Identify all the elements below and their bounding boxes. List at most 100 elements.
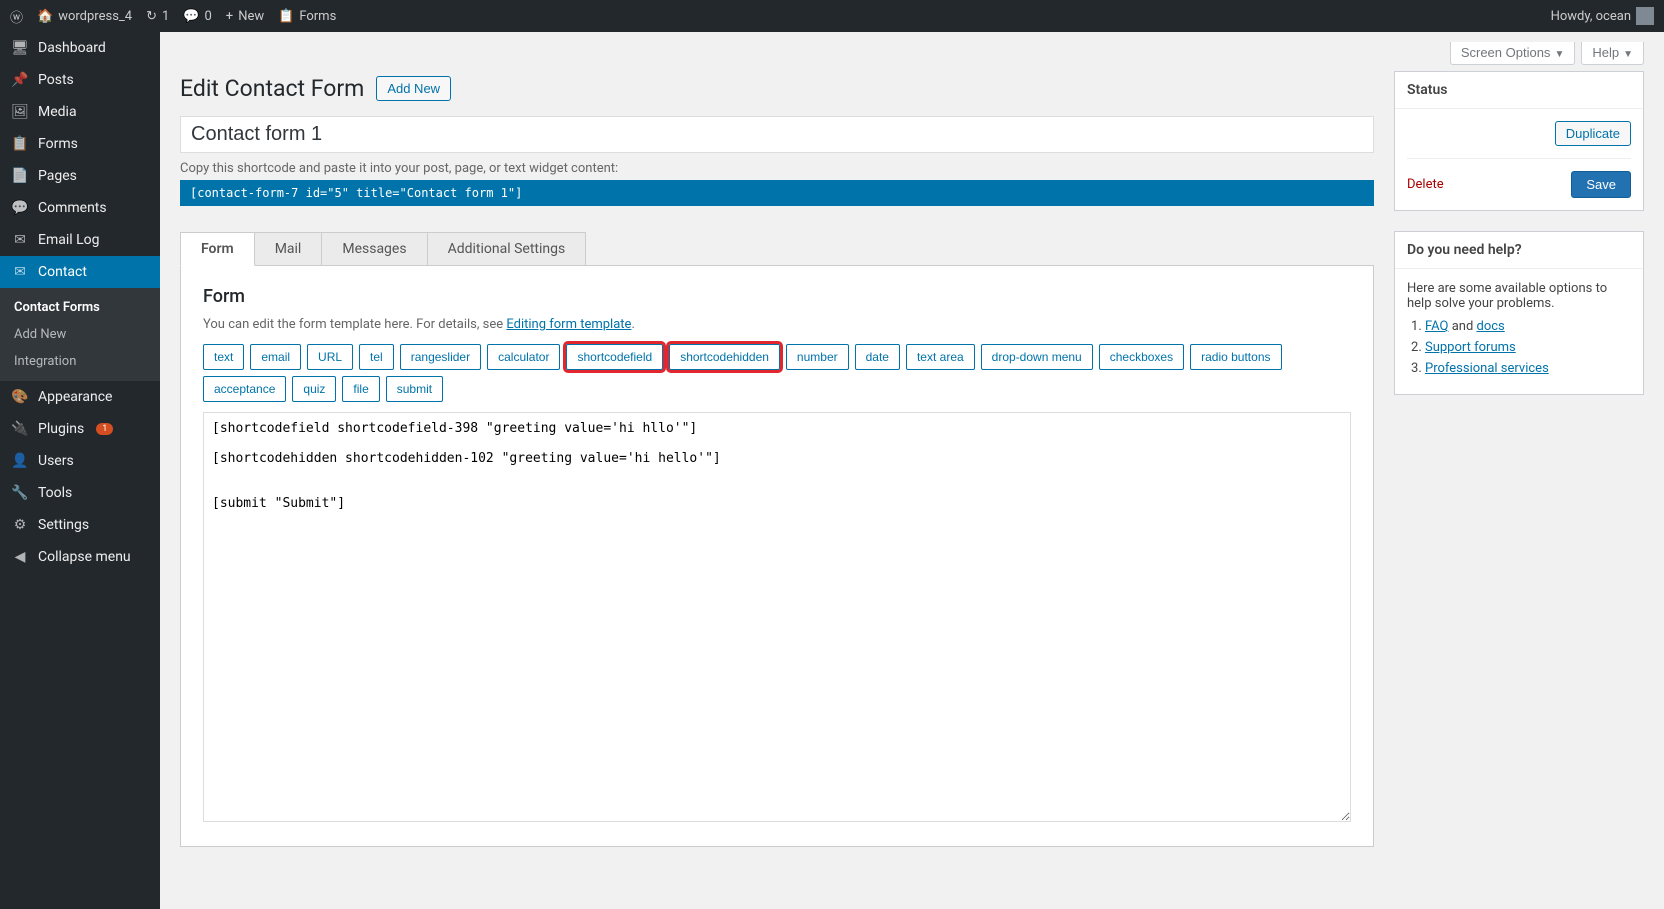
menu-label: Plugins [38, 421, 84, 437]
menu-item-media[interactable]: 🖼 Media [0, 96, 160, 128]
tag-btn-submit[interactable]: submit [386, 376, 443, 402]
menu-label: Appearance [38, 389, 112, 405]
tag-btn-quiz[interactable]: quiz [292, 376, 336, 402]
pro-link[interactable]: Professional services [1425, 361, 1549, 376]
save-button[interactable]: Save [1571, 171, 1631, 198]
form-panel-intro: You can edit the form template here. For… [203, 317, 1351, 332]
wp-logo-icon[interactable]: ⓦ [10, 7, 23, 26]
menu-label: Contact [38, 264, 87, 280]
help-item: Professional services [1425, 361, 1631, 376]
admin-bar: ⓦ 🏠 wordpress_4 ↻ 1 💬 0 + New 📋 Forms Ho… [0, 0, 1664, 32]
tag-button-row: textemailURLtelrangeslidercalculatorshor… [203, 344, 1351, 402]
form-title-input[interactable] [180, 116, 1374, 153]
menu-label: Posts [38, 72, 74, 88]
form-panel-heading: Form [203, 286, 1351, 307]
menu-icon: 🎨 [10, 389, 30, 405]
tab-mail[interactable]: Mail [254, 232, 323, 265]
menu-label: Collapse menu [38, 549, 131, 565]
forums-link[interactable]: Support forums [1425, 340, 1516, 355]
menu-item-contact[interactable]: ✉ Contact [0, 256, 160, 288]
menu-label: Dashboard [38, 40, 106, 56]
menu-label: Comments [38, 200, 107, 216]
menu-item-collapse-menu[interactable]: ◀ Collapse menu [0, 541, 160, 573]
menu-icon: ✉ [10, 264, 30, 280]
menu-item-plugins[interactable]: 🔌 Plugins 1 [0, 413, 160, 445]
tag-btn-radio-buttons[interactable]: radio buttons [1190, 344, 1281, 370]
menu-label: Email Log [38, 232, 100, 248]
forms-link[interactable]: 📋 Forms [278, 9, 336, 24]
shortcode-display[interactable]: [contact-form-7 id="5" title="Contact fo… [180, 180, 1374, 206]
tag-btn-text[interactable]: text [203, 344, 244, 370]
menu-label: Tools [38, 485, 72, 501]
tag-btn-email[interactable]: email [250, 344, 301, 370]
submenu-item[interactable]: Integration [0, 348, 160, 375]
tag-btn-number[interactable]: number [786, 344, 849, 370]
help-item: Support forums [1425, 340, 1631, 355]
faq-link[interactable]: FAQ [1425, 319, 1448, 334]
badge: 1 [96, 423, 113, 435]
avatar [1636, 7, 1654, 25]
menu-label: Settings [38, 517, 89, 533]
add-new-button[interactable]: Add New [376, 76, 451, 101]
menu-item-email-log[interactable]: ✉ Email Log [0, 224, 160, 256]
menu-item-settings[interactable]: ⚙ Settings [0, 509, 160, 541]
menu-icon: 💬 [10, 200, 30, 216]
tag-btn-calculator[interactable]: calculator [487, 344, 560, 370]
tag-btn-file[interactable]: file [342, 376, 379, 402]
status-box: Status Duplicate Delete Save [1394, 71, 1644, 211]
comments-link[interactable]: 💬 0 [183, 9, 212, 24]
menu-icon: 📌 [10, 72, 30, 88]
tab-additional-settings[interactable]: Additional Settings [427, 232, 587, 265]
menu-icon: 🔌 [10, 421, 30, 437]
help-item: FAQ and docs [1425, 319, 1631, 334]
form-template-textarea[interactable]: [shortcodefield shortcodefield-398 "gree… [203, 412, 1351, 822]
menu-icon: ⚙ [10, 517, 30, 533]
tag-btn-drop-down-menu[interactable]: drop-down menu [981, 344, 1093, 370]
docs-link[interactable]: docs [1477, 319, 1505, 334]
delete-link[interactable]: Delete [1407, 177, 1444, 192]
menu-item-appearance[interactable]: 🎨 Appearance [0, 381, 160, 413]
menu-icon: 🖼 [10, 104, 30, 120]
menu-icon: ◀ [10, 549, 30, 565]
site-link[interactable]: 🏠 wordpress_4 [37, 9, 132, 24]
page-title: Edit Contact Form [180, 75, 364, 102]
tag-btn-tel[interactable]: tel [359, 344, 394, 370]
tab-messages[interactable]: Messages [321, 232, 427, 265]
tag-btn-acceptance[interactable]: acceptance [203, 376, 286, 402]
editing-template-link[interactable]: Editing form template [506, 317, 631, 332]
tag-btn-rangeslider[interactable]: rangeslider [400, 344, 481, 370]
help-box: Do you need help? Here are some availabl… [1394, 231, 1644, 395]
menu-item-tools[interactable]: 🔧 Tools [0, 477, 160, 509]
menu-icon: ✉ [10, 232, 30, 248]
menu-icon: 🔧 [10, 485, 30, 501]
screen-options-button[interactable]: Screen Options▼ [1450, 42, 1576, 65]
submenu-item[interactable]: Contact Forms [0, 294, 160, 321]
tag-btn-shortcodefield[interactable]: shortcodefield [566, 344, 663, 370]
help-button[interactable]: Help▼ [1581, 42, 1644, 65]
menu-item-pages[interactable]: 📄Pages [0, 160, 160, 192]
tag-btn-url[interactable]: URL [307, 344, 353, 370]
help-intro: Here are some available options to help … [1407, 281, 1631, 311]
howdy-link[interactable]: Howdy, ocean [1551, 7, 1654, 25]
menu-item-forms[interactable]: 📋Forms [0, 128, 160, 160]
tab-form[interactable]: Form [180, 232, 255, 266]
tag-btn-date[interactable]: date [855, 344, 900, 370]
tabs: FormMailMessagesAdditional Settings [180, 232, 1374, 266]
menu-item-users[interactable]: 👤 Users [0, 445, 160, 477]
menu-label: Users [38, 453, 74, 469]
menu-icon: 📄 [10, 168, 30, 184]
tag-btn-checkboxes[interactable]: checkboxes [1099, 344, 1184, 370]
new-link[interactable]: + New [226, 9, 264, 24]
menu-icon: 👤 [10, 453, 30, 469]
menu-item-comments[interactable]: 💬 Comments [0, 192, 160, 224]
tag-btn-text-area[interactable]: text area [906, 344, 975, 370]
tag-btn-shortcodehidden[interactable]: shortcodehidden [669, 344, 780, 370]
help-box-title: Do you need help? [1395, 232, 1643, 269]
menu-label: Media [38, 104, 77, 120]
submenu-item[interactable]: Add New [0, 321, 160, 348]
menu-item-dashboard[interactable]: 🖥Dashboard [0, 32, 160, 64]
status-box-title: Status [1395, 72, 1643, 109]
duplicate-button[interactable]: Duplicate [1555, 121, 1631, 146]
menu-item-posts[interactable]: 📌 Posts [0, 64, 160, 96]
updates-link[interactable]: ↻ 1 [146, 9, 169, 24]
